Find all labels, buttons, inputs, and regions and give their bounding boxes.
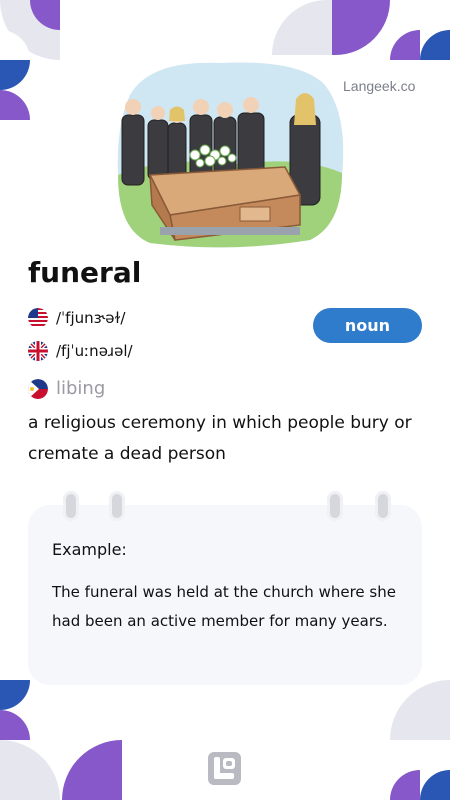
uk-flag-icon: [28, 341, 48, 361]
pronunciation-uk-text: /fjˈuːnəɹəl/: [56, 342, 133, 360]
pronunciation-us[interactable]: /ˈfjunɝəɫ/: [28, 308, 126, 328]
translation-text: libing: [56, 378, 106, 399]
definition-text: a religious ceremony in which people bur…: [28, 413, 412, 464]
part-of-speech-button[interactable]: noun: [313, 308, 422, 343]
word-title: funeral: [28, 256, 142, 289]
langeek-logo-icon: [208, 752, 241, 785]
pronunciation-uk[interactable]: /fjˈuːnəɹəl/: [28, 341, 133, 361]
card-ring: [109, 491, 125, 521]
pronunciation-us-text: /ˈfjunɝəɫ/: [56, 309, 126, 327]
philippines-flag-icon: [28, 378, 48, 399]
card-ring: [63, 491, 79, 521]
translation: libing: [28, 378, 105, 399]
us-flag-icon: [28, 308, 48, 328]
example-text: The funeral was held at the church where…: [52, 583, 396, 630]
example-label: Example:: [52, 540, 127, 559]
card-ring: [375, 491, 391, 521]
brand-watermark: Langeek.co: [343, 78, 416, 94]
card-ring: [327, 491, 343, 521]
funeral-illustration: [117, 62, 344, 248]
